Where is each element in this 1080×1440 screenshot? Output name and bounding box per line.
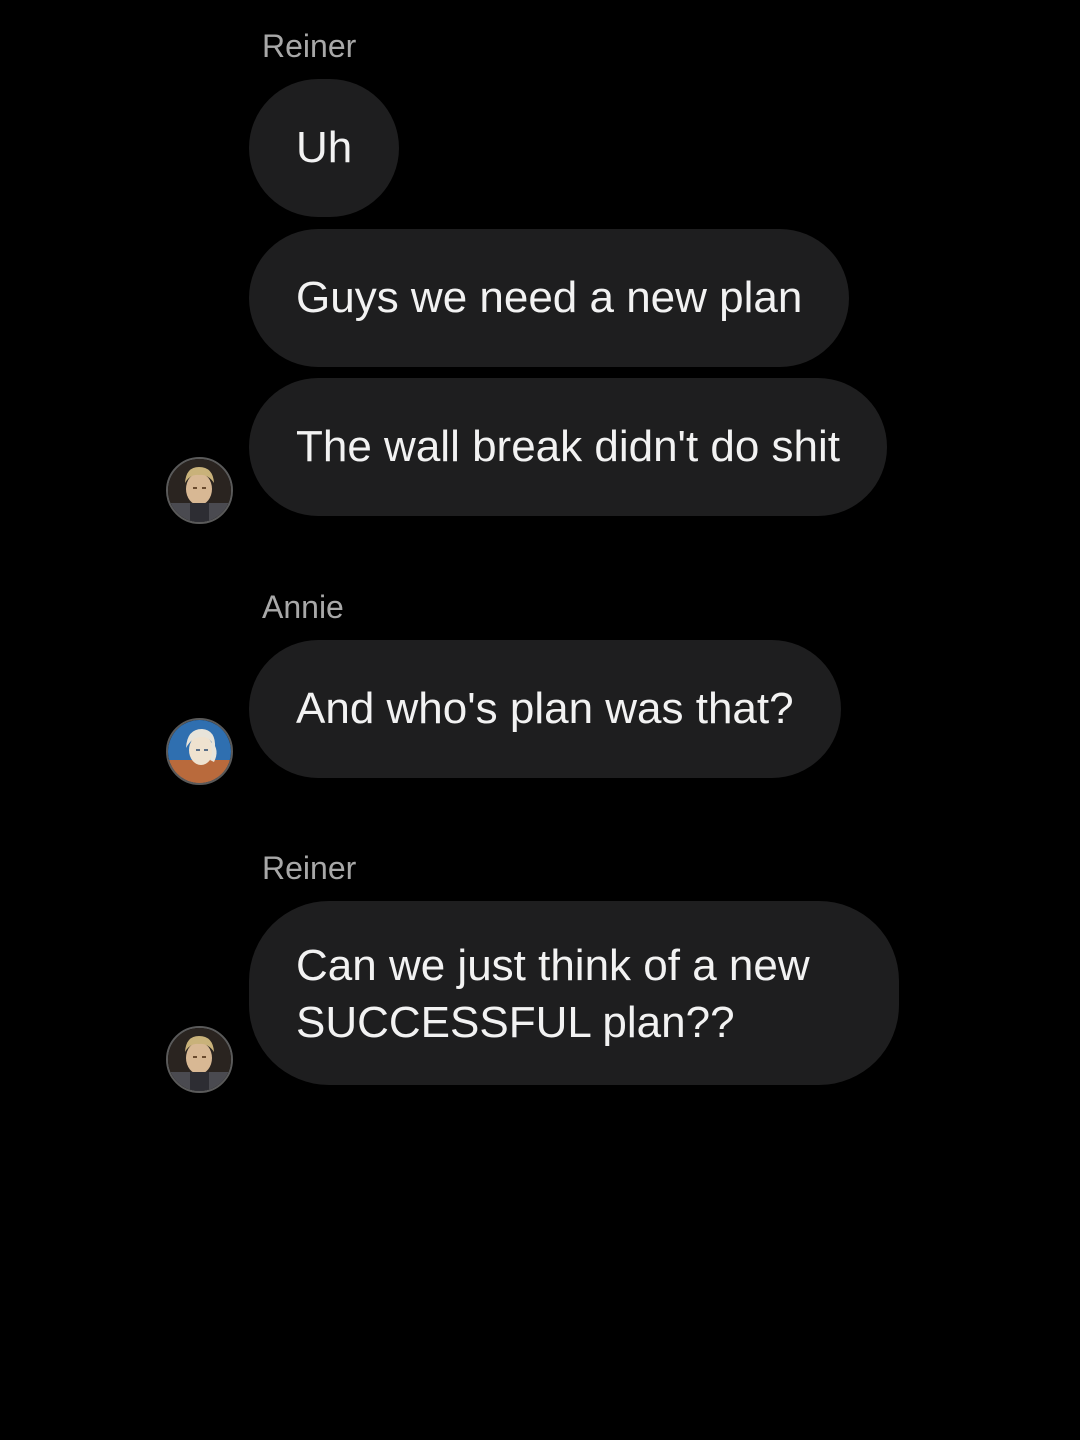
message-bubble[interactable]: And who's plan was that? bbox=[249, 640, 841, 778]
sender-name: Reiner bbox=[262, 28, 357, 64]
message-bubble[interactable]: Can we just think of a new SUCCESSFUL pl… bbox=[249, 901, 899, 1085]
reiner-avatar-icon[interactable] bbox=[166, 1026, 233, 1093]
message-bubble[interactable]: Guys we need a new plan bbox=[249, 229, 850, 367]
annie-avatar-icon[interactable] bbox=[166, 718, 233, 785]
reiner-avatar-icon[interactable] bbox=[166, 457, 233, 524]
sender-name: Reiner bbox=[262, 850, 357, 886]
sender-name: Annie bbox=[262, 589, 344, 625]
message-bubble[interactable]: Uh bbox=[249, 79, 400, 217]
message-bubble[interactable]: The wall break didn't do shit bbox=[249, 378, 888, 516]
